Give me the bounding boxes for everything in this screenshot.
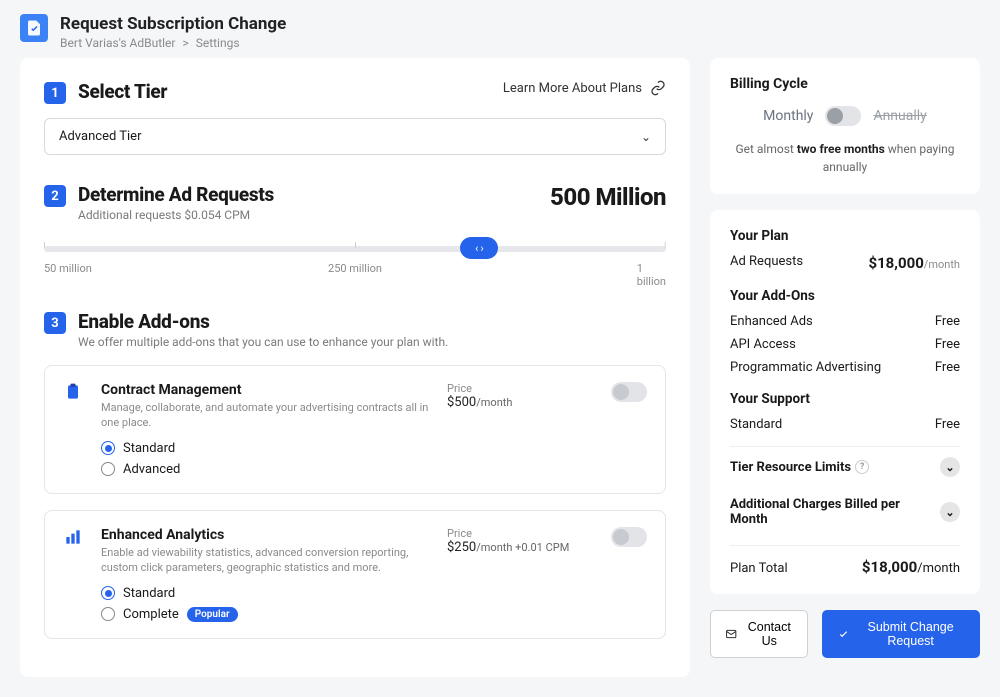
- page-title: Request Subscription Change: [60, 14, 286, 34]
- info-icon: ?: [855, 460, 869, 474]
- billing-title: Billing Cycle: [730, 76, 960, 92]
- plan-addon-row: API AccessFree: [730, 333, 960, 356]
- billing-monthly-label[interactable]: Monthly: [763, 108, 813, 124]
- section-subtitle: We offer multiple add-ons that you can u…: [78, 335, 448, 349]
- slider-tick: 50 million: [44, 262, 92, 275]
- chevron-down-icon: ⌄: [940, 502, 960, 522]
- breadcrumb-settings[interactable]: Settings: [196, 36, 240, 50]
- learn-more-link[interactable]: Learn More About Plans: [503, 81, 642, 96]
- step-number: 2: [44, 185, 66, 207]
- section-title: Determine Ad Requests: [78, 183, 274, 206]
- slider-handle[interactable]: ‹ ›: [460, 237, 498, 259]
- price-label: Price: [447, 382, 597, 395]
- section-select-tier: 1 Select Tier Learn More About Plans Adv…: [44, 80, 666, 155]
- addon-desc: Manage, collaborate, and automate your a…: [101, 400, 433, 431]
- addon-option-standard[interactable]: Standard: [101, 441, 433, 456]
- breadcrumb-account[interactable]: Bert Varias's AdButler: [60, 36, 175, 50]
- slider-tick: 250 million: [328, 262, 382, 275]
- billing-annually-label: Annually: [873, 108, 926, 124]
- addon-toggle[interactable]: [611, 527, 647, 547]
- link-icon: [650, 80, 666, 96]
- plan-addon-row: Enhanced AdsFree: [730, 310, 960, 333]
- plan-support-row: StandardFree: [730, 413, 960, 436]
- ad-requests-price: $18,000: [868, 254, 923, 272]
- price-label: Price: [447, 527, 597, 540]
- submit-change-request-button[interactable]: Submit Change Request: [822, 610, 980, 658]
- addon-enhanced-analytics: Enhanced Analytics Enable ad viewability…: [44, 510, 666, 639]
- app-logo-icon: [20, 14, 48, 42]
- bar-chart-icon: [63, 527, 87, 551]
- section-title: Enable Add-ons: [78, 310, 448, 333]
- tier-limits-expander[interactable]: Tier Resource Limits? ⌄: [730, 446, 960, 487]
- request-amount: 500 Million: [550, 183, 666, 211]
- mail-icon: [725, 626, 737, 642]
- section-ad-requests: 2 Determine Ad Requests Additional reque…: [44, 183, 666, 282]
- your-addons-title: Your Add-Ons: [730, 288, 960, 304]
- plan-total-label: Plan Total: [730, 561, 788, 576]
- section-addons: 3 Enable Add-ons We offer multiple add-o…: [44, 310, 666, 639]
- step-number: 3: [44, 312, 66, 334]
- addon-contract-management: Contract Management Manage, collaborate,…: [44, 365, 666, 494]
- section-title: Select Tier: [78, 80, 167, 103]
- your-support-title: Your Support: [730, 391, 960, 407]
- addon-option-advanced[interactable]: Advanced: [101, 462, 433, 477]
- price-value: $500/month: [447, 395, 597, 410]
- footer-actions: Contact Us Submit Change Request: [710, 610, 980, 658]
- section-subtitle: Additional requests $0.054 CPM: [78, 208, 274, 222]
- billing-note: Get almost two free months when paying a…: [730, 140, 960, 176]
- clipboard-icon: [63, 382, 87, 406]
- plan-addon-row: Programmatic AdvertisingFree: [730, 356, 960, 379]
- additional-charges-expander[interactable]: Additional Charges Billed per Month ⌄: [730, 487, 960, 537]
- addon-desc: Enable ad viewability statistics, advanc…: [101, 545, 433, 576]
- your-plan-title: Your Plan: [730, 228, 960, 244]
- popular-badge: Popular: [187, 607, 238, 622]
- tier-select[interactable]: Advanced Tier ⌄: [44, 118, 666, 155]
- addon-option-standard[interactable]: Standard: [101, 586, 433, 601]
- plan-total-price: $18,000: [862, 558, 917, 576]
- addon-toggle[interactable]: [611, 382, 647, 402]
- tier-select-value: Advanced Tier: [59, 129, 141, 144]
- ad-requests-label: Ad Requests: [730, 254, 803, 272]
- chevron-down-icon: ⌄: [641, 130, 651, 144]
- chevron-right-icon: ›: [480, 243, 483, 254]
- billing-cycle-card: Billing Cycle Monthly Annually Get almos…: [710, 58, 980, 194]
- contact-us-button[interactable]: Contact Us: [710, 610, 808, 658]
- plan-summary-card: Your Plan Ad Requests $18,000/month Your…: [710, 210, 980, 594]
- billing-toggle[interactable]: [825, 106, 861, 126]
- addon-title: Enhanced Analytics: [101, 527, 433, 543]
- breadcrumb: Bert Varias's AdButler > Settings: [60, 36, 286, 50]
- step-number: 1: [44, 82, 66, 104]
- addon-option-complete[interactable]: Complete Popular: [101, 607, 433, 622]
- page-header: Request Subscription Change Bert Varias'…: [0, 0, 1000, 58]
- check-icon: [838, 627, 849, 641]
- price-value: $250/month +0.01 CPM: [447, 540, 597, 555]
- addon-title: Contract Management: [101, 382, 433, 398]
- slider-tick: 1 billion: [637, 262, 666, 288]
- chevron-down-icon: ⌄: [940, 457, 960, 477]
- chevron-left-icon: ‹: [475, 243, 478, 254]
